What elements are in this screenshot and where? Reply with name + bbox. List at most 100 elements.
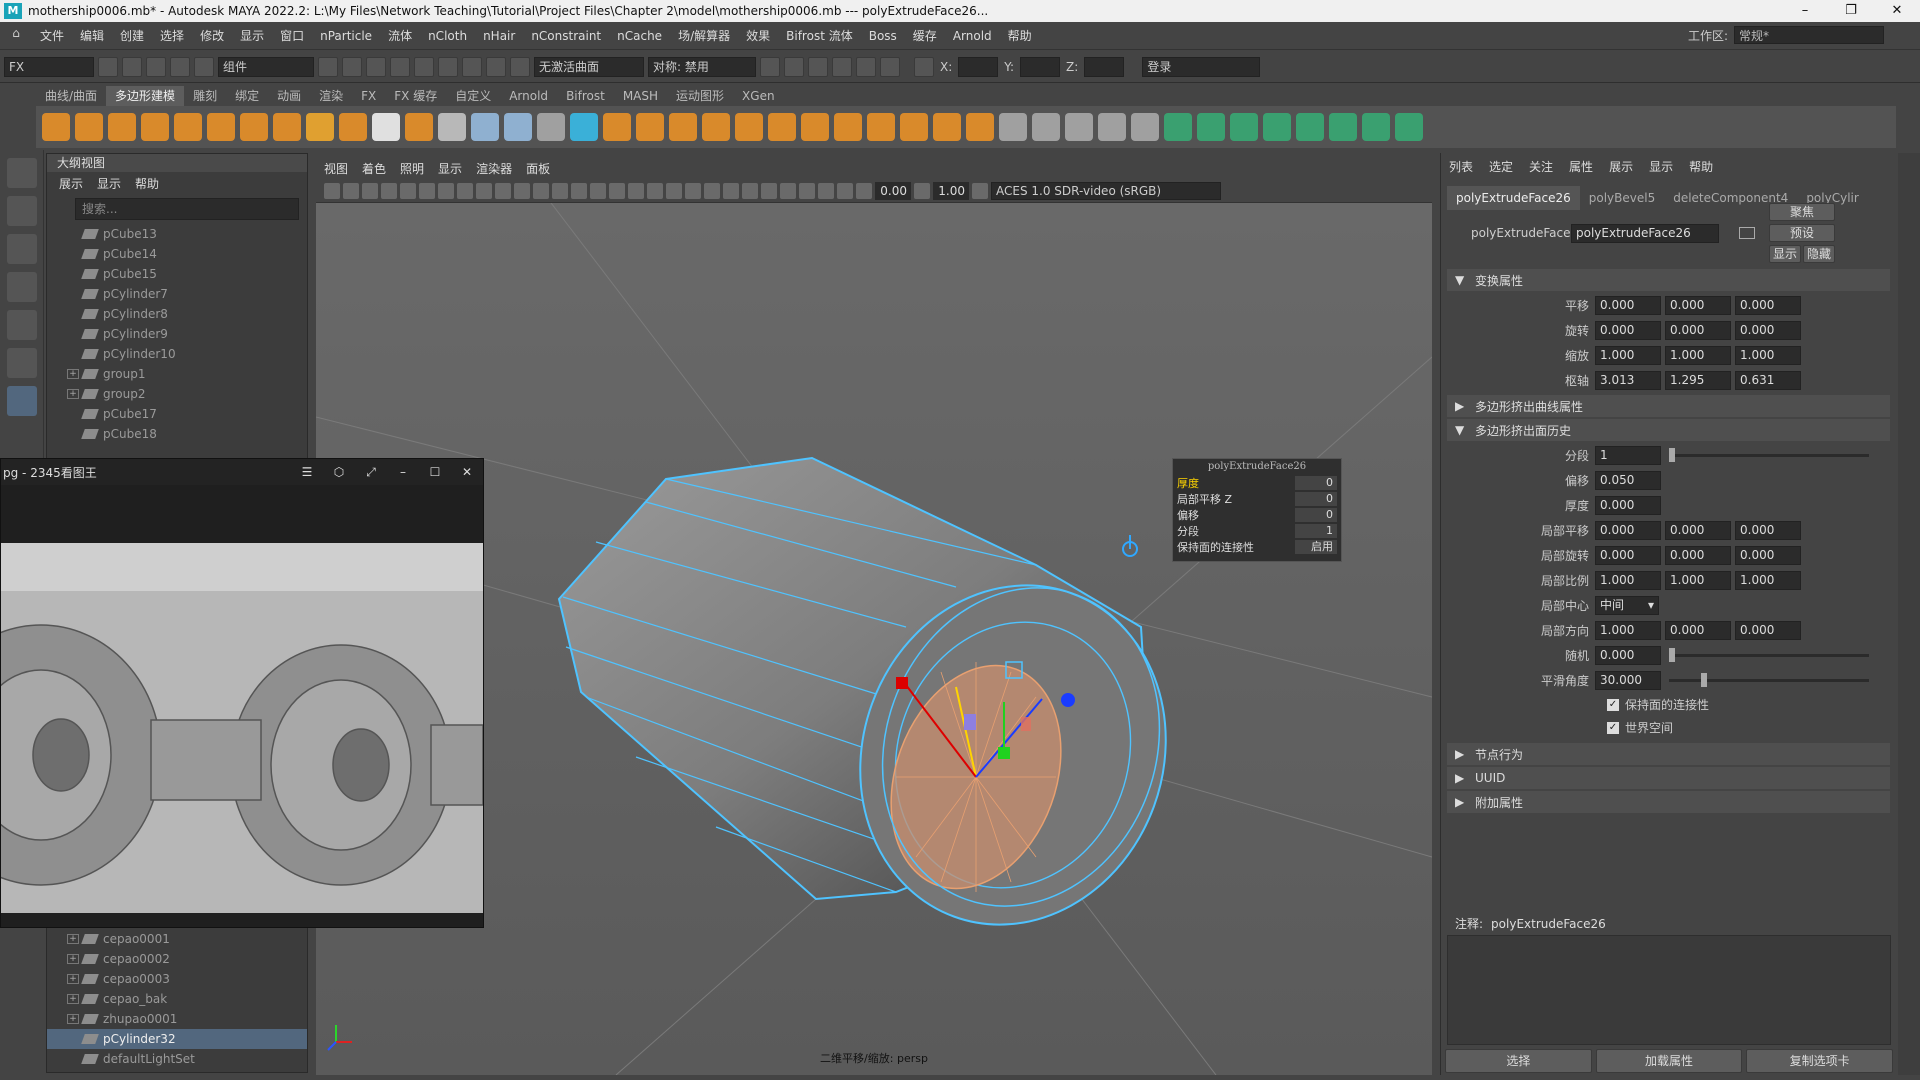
outliner-menu-item[interactable]: 显示	[97, 175, 121, 192]
menu-item[interactable]: 场/解算器	[670, 27, 738, 44]
gamma-input[interactable]: 1.00	[933, 181, 969, 200]
gamma-icon[interactable]	[914, 182, 930, 199]
bookmark-icon[interactable]	[362, 182, 378, 199]
ae-menu-item[interactable]: 显示	[1649, 158, 1673, 175]
menu-item[interactable]: nCloth	[420, 29, 475, 43]
viewport-menu-item[interactable]: 视图	[324, 160, 348, 177]
in-view-editor-value[interactable]: 0	[1295, 476, 1337, 490]
outliner-item[interactable]: pCylinder8	[47, 304, 307, 324]
shelf-tool-icon[interactable]	[537, 113, 565, 141]
ae-bottom-button[interactable]: 选择	[1445, 1049, 1592, 1073]
shelf-tool-icon[interactable]	[42, 113, 70, 141]
random-input[interactable]: 0.000	[1595, 646, 1661, 665]
y-input[interactable]	[1020, 56, 1061, 77]
outliner-menu-item[interactable]: 展示	[59, 175, 83, 192]
outliner-item[interactable]: pCylinder7	[47, 284, 307, 304]
ae-menu-item[interactable]: 帮助	[1689, 158, 1713, 175]
outliner-item[interactable]: + cepao0002	[47, 949, 307, 969]
section-uuid[interactable]: ▶ UUID	[1447, 767, 1890, 789]
shelf-tool-icon[interactable]	[1164, 113, 1192, 141]
local-direction-y[interactable]: 0.000	[1665, 621, 1731, 640]
snap-view-icon[interactable]	[462, 56, 482, 77]
in-view-editor-value[interactable]: 启用	[1295, 540, 1337, 554]
xray-joints-icon[interactable]	[837, 182, 853, 199]
transform-input[interactable]: 0.000	[1665, 321, 1731, 340]
thickness-input[interactable]: 0.000	[1595, 496, 1661, 515]
expand-toggle-icon[interactable]: +	[67, 954, 79, 964]
presets-button[interactable]: 预设	[1769, 224, 1835, 242]
snap-surface-icon[interactable]	[486, 56, 506, 77]
snap-curve-icon[interactable]	[414, 56, 434, 77]
minimize-button[interactable]: –	[1782, 0, 1828, 22]
field-chart-icon[interactable]	[514, 182, 530, 199]
outliner-item[interactable]: pCylinder9	[47, 324, 307, 344]
menu-item[interactable]: 修改	[192, 27, 232, 44]
menu-item[interactable]: 文件	[32, 27, 72, 44]
ambient-occlusion-icon[interactable]	[704, 182, 720, 199]
shelf-tab[interactable]: Bifrost	[557, 86, 614, 106]
shelf-tool-icon[interactable]	[504, 113, 532, 141]
outliner-item[interactable]: + cepao0001	[47, 929, 307, 949]
hide-button[interactable]: 隐藏	[1803, 245, 1835, 263]
expand-toggle-icon[interactable]: +	[67, 1014, 79, 1024]
x-input[interactable]	[958, 56, 999, 77]
transform-input[interactable]: 0.000	[1595, 321, 1661, 340]
transform-input[interactable]: 3.013	[1595, 371, 1661, 390]
shelf-tab[interactable]: 多边形建模	[106, 86, 185, 106]
menu-item[interactable]: Boss	[861, 29, 905, 43]
z-input[interactable]	[1084, 56, 1125, 77]
outliner-item[interactable]: + zhupao0001	[47, 1009, 307, 1029]
in-view-editor-value[interactable]: 0	[1295, 508, 1337, 522]
shelf-tool-icon[interactable]	[801, 113, 829, 141]
transform-input[interactable]: 1.000	[1665, 346, 1731, 365]
shelf-tool-icon[interactable]	[1362, 113, 1390, 141]
in-view-editor-value[interactable]: 0	[1295, 492, 1337, 506]
grid-toggle-icon[interactable]	[438, 182, 454, 199]
shelf-tab[interactable]: FX	[352, 86, 385, 106]
shelf-tool-icon[interactable]	[240, 113, 268, 141]
shelf-tool-icon[interactable]	[1098, 113, 1126, 141]
ae-node-tab[interactable]: polyBevel5	[1580, 186, 1664, 210]
shelf-tool-icon[interactable]	[1032, 113, 1060, 141]
render-view-icon[interactable]	[760, 56, 780, 77]
focus-button[interactable]: 聚焦	[1769, 203, 1835, 221]
shelf-tool-icon[interactable]	[999, 113, 1027, 141]
offset-input[interactable]: 0.050	[1595, 471, 1661, 490]
outliner-item[interactable]: pCube15	[47, 264, 307, 284]
keep-faces-together-checkbox[interactable]: ✓ 保持面的连接性	[1607, 693, 1896, 716]
rotate-tool-icon[interactable]	[7, 310, 37, 340]
menu-item[interactable]: 选择	[152, 27, 192, 44]
viewport-menu-item[interactable]: 面板	[526, 160, 550, 177]
shelf-tool-icon[interactable]	[570, 113, 598, 141]
outliner-item[interactable]: + cepao0003	[47, 969, 307, 989]
shelf-tool-icon[interactable]	[867, 113, 895, 141]
outliner-item[interactable]: + cepao_bak	[47, 989, 307, 1009]
close-button[interactable]: ✕	[1874, 0, 1920, 22]
exposure-input[interactable]: 0.00	[875, 181, 911, 200]
shelf-tool-icon[interactable]	[1329, 113, 1357, 141]
restore-button[interactable]: ❐	[1828, 0, 1874, 22]
input-node-icon[interactable]	[1739, 227, 1755, 239]
image-viewer-close-button[interactable]: ✕	[451, 465, 483, 479]
shelf-tool-icon[interactable]	[768, 113, 796, 141]
in-view-editor-row[interactable]: 偏移 0	[1173, 507, 1341, 523]
shelf-tool-icon[interactable]	[75, 113, 103, 141]
shelf-tool-icon[interactable]	[1230, 113, 1258, 141]
ae-menu-item[interactable]: 列表	[1449, 158, 1473, 175]
snap-together-icon[interactable]	[510, 56, 530, 77]
menu-item[interactable]: nHair	[475, 29, 523, 43]
symmetry-dropdown[interactable]: 对称: 禁用	[648, 56, 756, 77]
in-view-editor-row[interactable]: 分段 1	[1173, 523, 1341, 539]
transform-input[interactable]: 0.000	[1735, 296, 1801, 315]
isolate-select-icon[interactable]	[780, 182, 796, 199]
outliner-item[interactable]: pCube14	[47, 244, 307, 264]
outliner-item[interactable]: pCylinder32	[47, 1029, 307, 1049]
scale-tool-icon[interactable]	[7, 348, 37, 378]
pause-icon[interactable]	[880, 56, 900, 77]
ae-node-tab[interactable]: polyExtrudeFace26	[1447, 186, 1580, 210]
lights-icon[interactable]	[666, 182, 682, 199]
default-material-icon[interactable]	[609, 182, 625, 199]
shelf-tool-icon[interactable]	[1197, 113, 1225, 141]
paint-select-tool-icon[interactable]	[7, 234, 37, 264]
selection-mode-dropdown[interactable]: 组件	[218, 56, 314, 77]
